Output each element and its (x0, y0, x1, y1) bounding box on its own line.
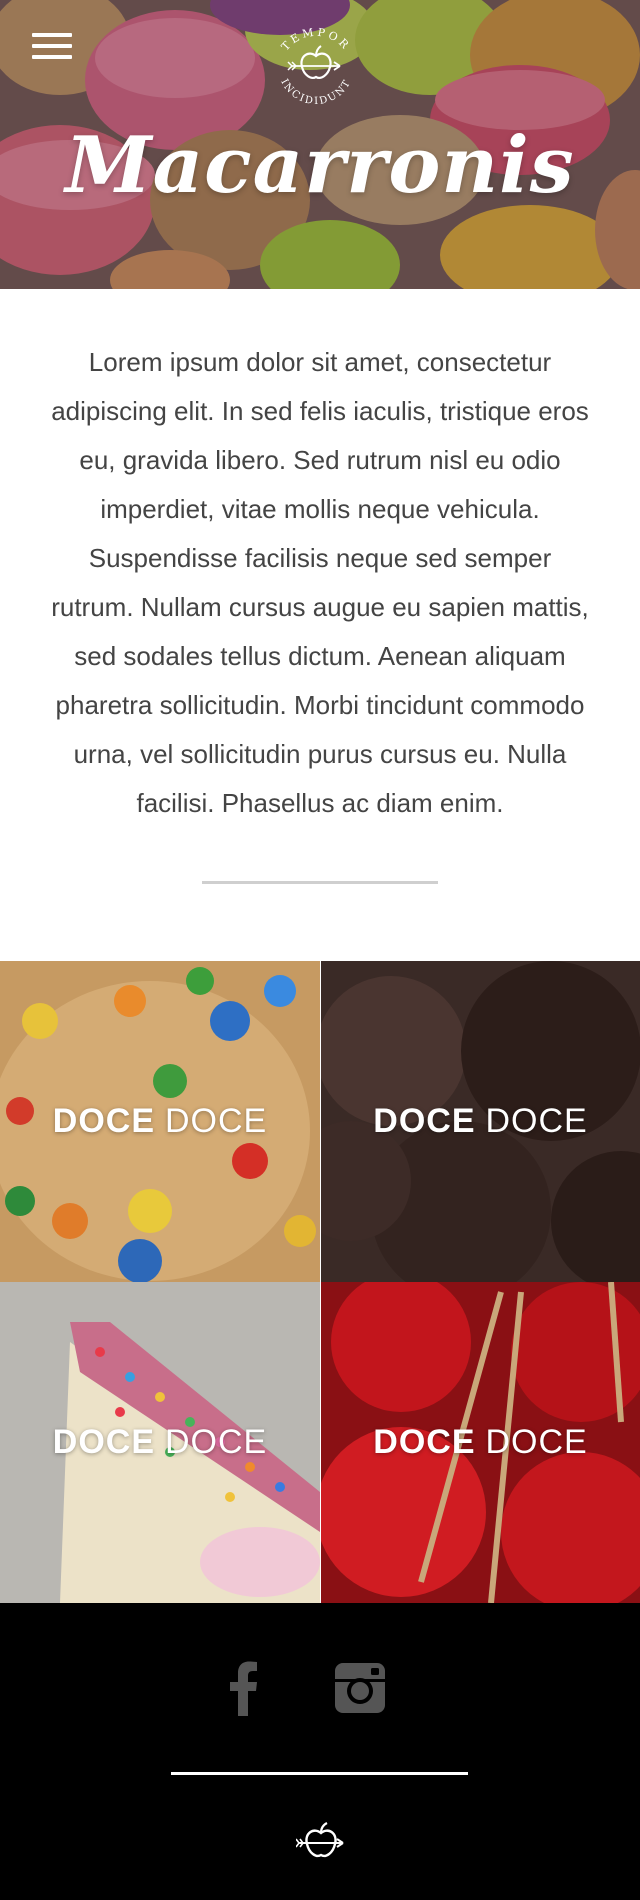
svg-text:INCIDIDUNT: INCIDIDUNT (278, 77, 353, 107)
product-label-bold: DOCE (52, 1423, 155, 1461)
product-label-bold: DOCE (52, 1102, 155, 1140)
product-tile-brigadeiro[interactable]: DOCE DOCE (321, 961, 640, 1282)
apple-arrow-logo-icon[interactable] (296, 1821, 346, 1863)
product-tile-candy-apple[interactable]: DOCE DOCE (321, 1282, 640, 1603)
svg-text:TEMPOR: TEMPOR (279, 25, 353, 53)
section-divider (202, 881, 438, 884)
product-label-light: DOCE (485, 1423, 588, 1461)
instagram-icon[interactable] (334, 1660, 386, 1716)
intro-paragraph: Lorem ipsum dolor sit amet, consectetur … (51, 347, 589, 818)
product-label-bold: DOCE (373, 1102, 476, 1140)
footer (0, 1603, 640, 1900)
hero-banner: TEMPOR INCIDIDUNT Macarronis (0, 0, 640, 289)
product-tile-cookie[interactable]: DOCE DOCE (0, 961, 320, 1282)
page-title: Macarronis (65, 120, 575, 211)
hamburger-menu-icon[interactable] (32, 33, 72, 63)
footer-divider (171, 1772, 468, 1775)
brand-seal-logo[interactable]: TEMPOR INCIDIDUNT (266, 18, 366, 118)
facebook-icon[interactable] (228, 1660, 258, 1716)
product-label-light: DOCE (165, 1102, 268, 1140)
product-label-light: DOCE (165, 1423, 268, 1461)
product-tile-cake[interactable]: DOCE DOCE (0, 1282, 320, 1603)
product-label-bold: DOCE (373, 1423, 476, 1461)
product-grid: DOCE DOCE DOCE DOCE DOCE DOCE DOCE DOCE (0, 961, 640, 1603)
product-label-light: DOCE (485, 1102, 588, 1140)
